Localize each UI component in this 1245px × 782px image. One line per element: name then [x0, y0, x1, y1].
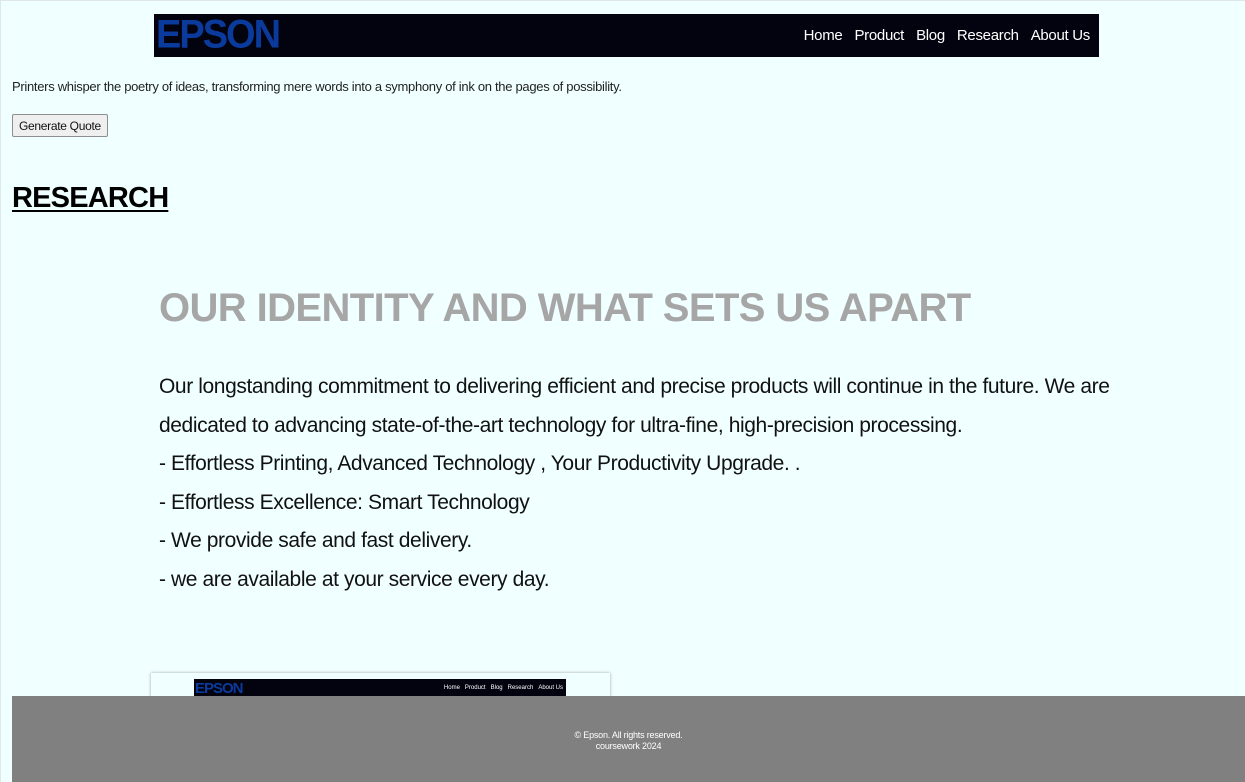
identity-heading: OUR IDENTITY AND WHAT SETS US APART — [159, 286, 971, 330]
preview-nav-about-us: About Us — [538, 685, 563, 691]
generate-quote-button[interactable]: Generate Quote — [12, 114, 108, 137]
page-top-border — [0, 0, 1245, 1]
nav-link-home[interactable]: Home — [792, 27, 843, 44]
preview-navbar: EPSON Home Product Blog Research About U… — [194, 679, 566, 697]
top-navbar: EPSON Home Product Blog Research About U… — [154, 13, 1099, 58]
identity-line: - Effortless Excellence: Smart Technolog… — [159, 490, 530, 514]
footer-copyright: © Epson. All rights reserved. — [574, 730, 683, 740]
identity-line: Our longstanding commitment to deliverin… — [159, 375, 1110, 398]
page: EPSON Home Product Blog Research About U… — [0, 0, 1245, 782]
page-left-border — [0, 0, 1, 782]
preview-nav-product: Product — [464, 685, 486, 691]
page-title: RESEARCH — [12, 182, 169, 214]
nav-link-research[interactable]: Research — [945, 27, 1019, 44]
preview-nav-research: Research — [507, 685, 534, 691]
preview-nav-links: Home Product Blog Research About Us — [439, 685, 566, 691]
nav-link-product[interactable]: Product — [842, 27, 904, 44]
epson-logo[interactable]: EPSON — [154, 13, 281, 58]
identity-line: - we are available at your service every… — [159, 567, 550, 591]
footer: © Epson. All rights reserved. coursework… — [12, 696, 1245, 782]
preview-logo: EPSON — [195, 679, 244, 697]
nav-link-blog[interactable]: Blog — [904, 27, 945, 44]
nav-link-about-us[interactable]: About Us — [1019, 27, 1091, 44]
footer-text: © Epson. All rights reserved. coursework… — [12, 696, 1245, 752]
identity-line: - We provide safe and fast delivery. — [159, 529, 472, 552]
footer-course-note: coursework 2024 — [595, 741, 662, 751]
tagline-quote: Printers whisper the poetry of ideas, tr… — [12, 79, 622, 94]
identity-line: - Effortless Printing, Advanced Technolo… — [159, 452, 801, 475]
preview-nav-blog: Blog — [490, 685, 503, 691]
identity-line: dedicated to advancing state-of-the-art … — [159, 413, 963, 437]
nav-links: Home Product Blog Research About Us — [792, 27, 1099, 44]
identity-body: Our longstanding commitment to deliverin… — [159, 368, 1119, 599]
preview-nav-home: Home — [443, 685, 460, 691]
